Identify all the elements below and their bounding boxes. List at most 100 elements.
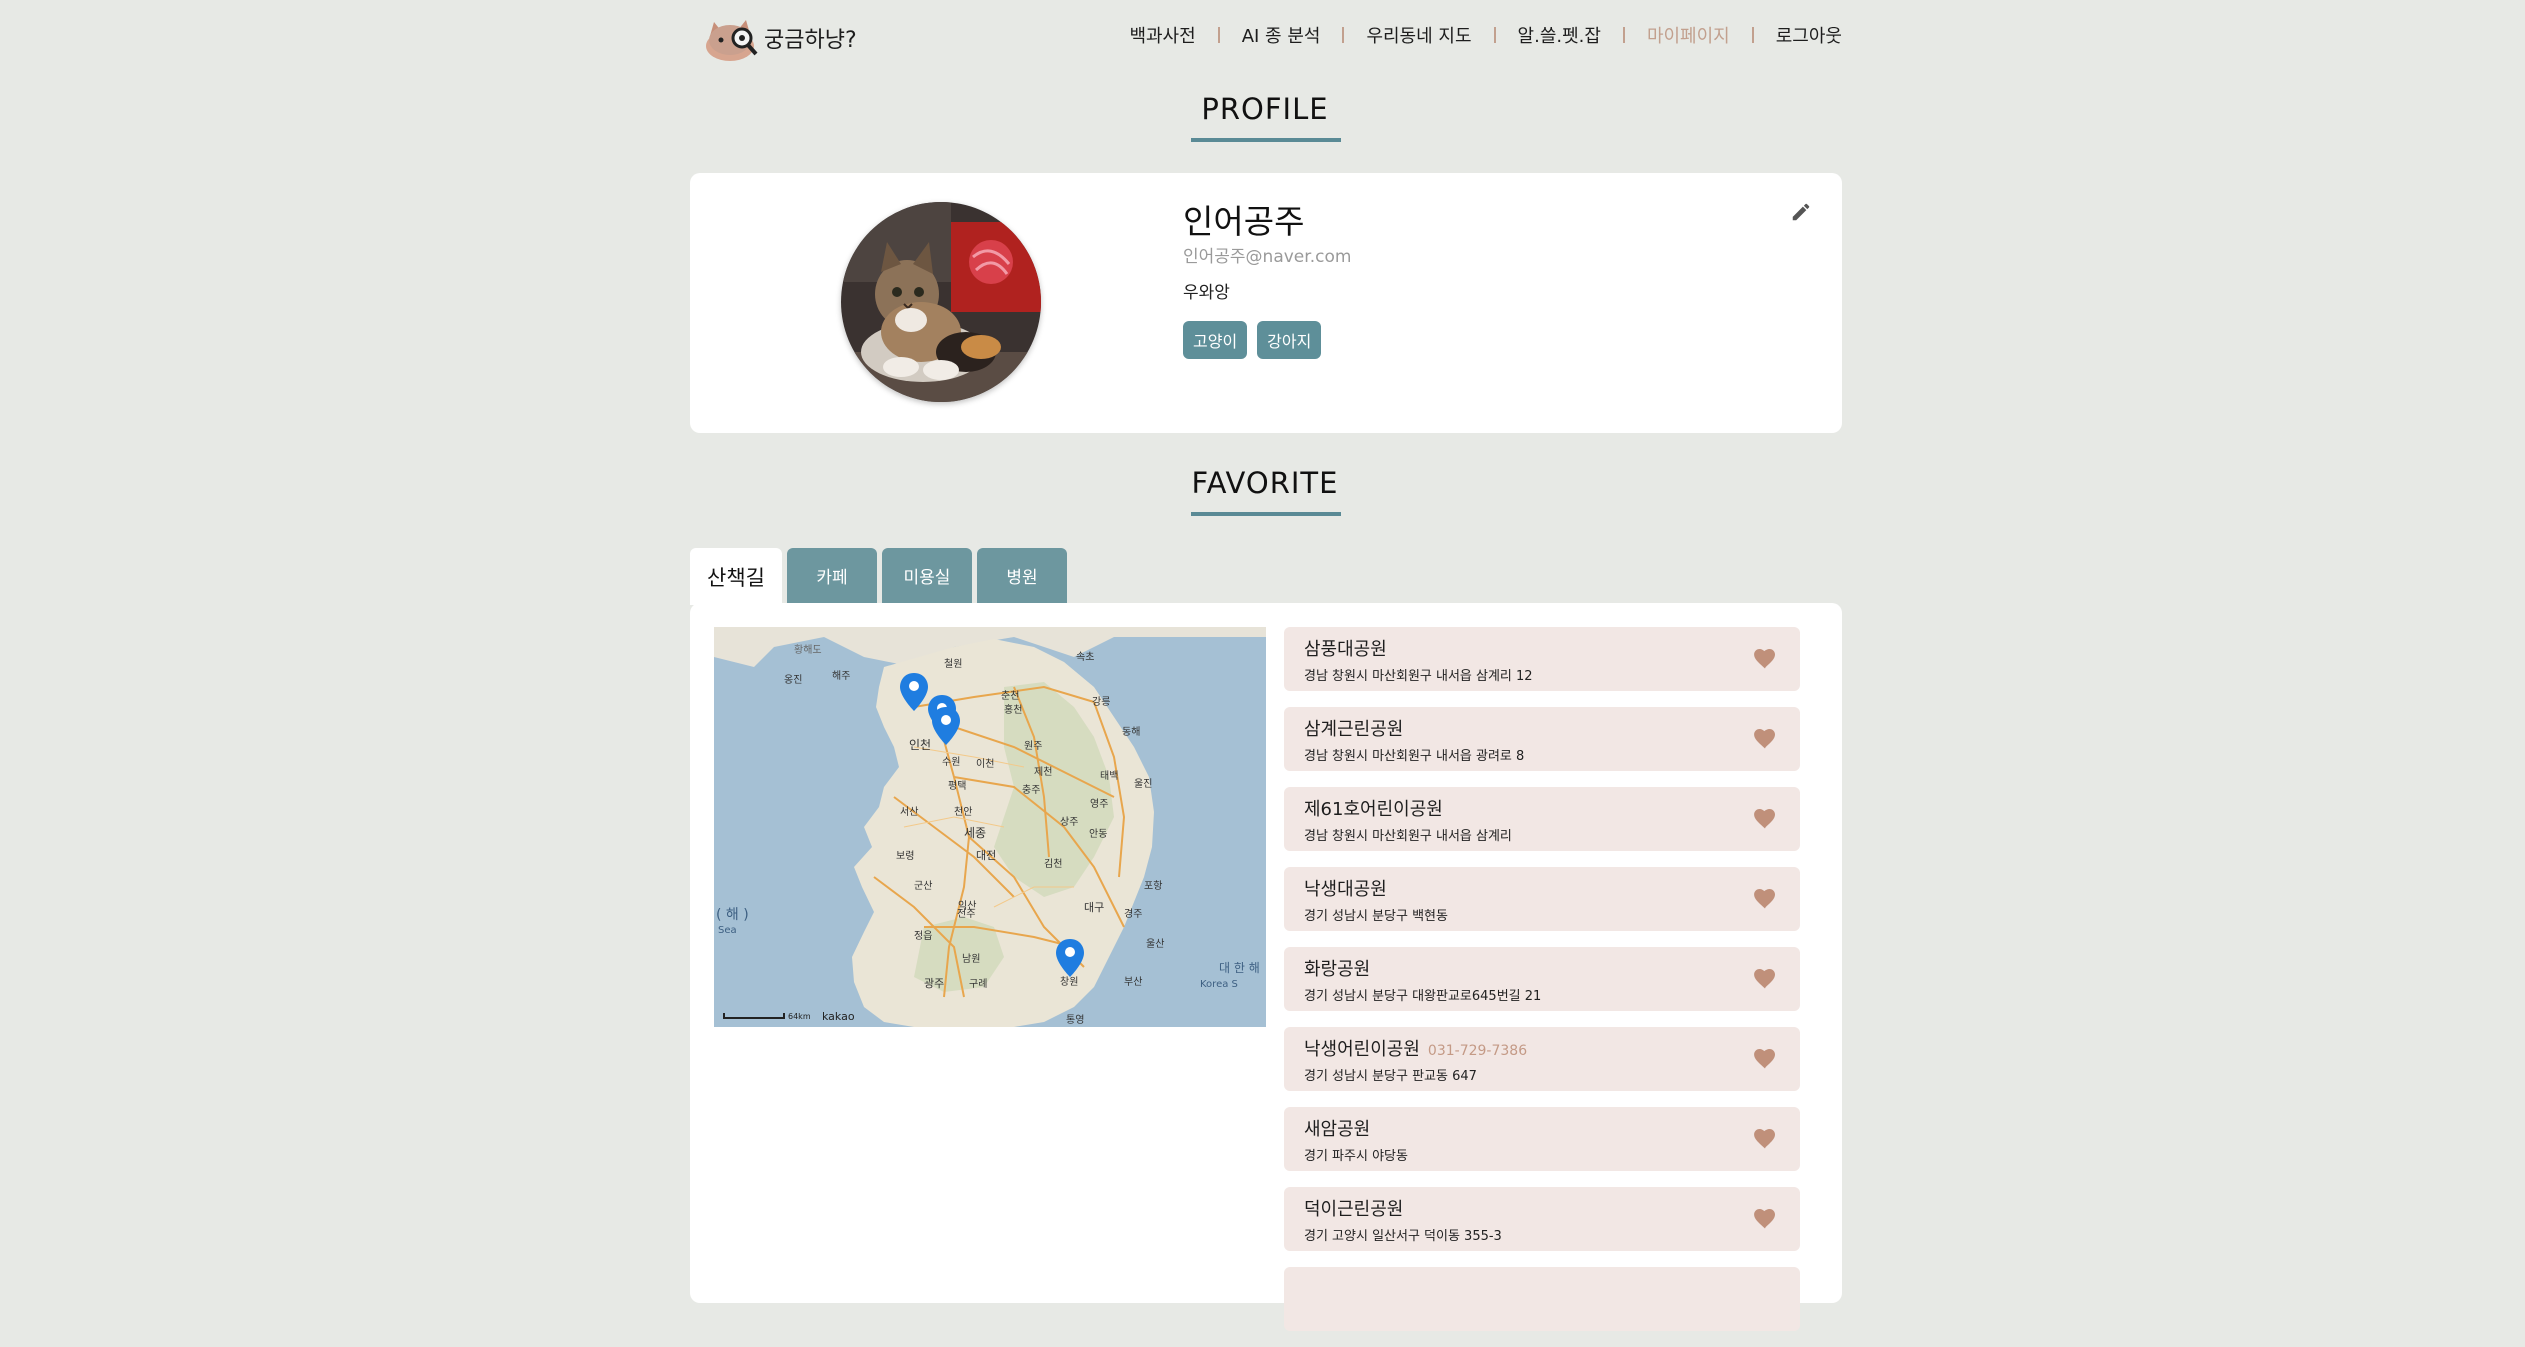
place-name: 삼계근린공원: [1304, 719, 1404, 740]
tab-walk[interactable]: 산책길: [690, 548, 782, 605]
map-label: 전주: [957, 908, 975, 920]
place-address: 경기 성남시 분당구 백현동: [1304, 909, 1448, 924]
map-label: 평택: [948, 780, 966, 792]
map-label: 서산: [900, 806, 918, 818]
place-address: 경기 파주시 야당동: [1304, 1149, 1408, 1164]
map-label: 세종: [964, 826, 986, 840]
heart-icon[interactable]: [1754, 969, 1776, 989]
map-label: 홍천: [1004, 703, 1022, 716]
nav-ai-analysis[interactable]: AI 종 분석: [1242, 22, 1321, 48]
list-item-partial[interactable]: [1284, 1267, 1800, 1331]
map-label: 울진: [1134, 778, 1152, 790]
kakao-map[interactable]: 철원 춘천 홍천 속초 강릉 인천 원주 동해 제천 태백 수원 이천 충주 울…: [714, 627, 1266, 1027]
pencil-icon[interactable]: [1790, 201, 1812, 223]
list-item[interactable]: 삼풍대공원 경남 창원시 마산회원구 내서읍 삼계리 12: [1284, 627, 1800, 691]
map-label: 강릉: [1092, 696, 1110, 708]
favorite-title-underline: [1191, 512, 1341, 516]
heart-icon[interactable]: [1754, 649, 1776, 669]
nav-divider: [1622, 27, 1625, 43]
map-label: 영주: [1090, 798, 1108, 810]
map-label: 속초: [1076, 651, 1094, 663]
map-label: 대전: [976, 849, 996, 862]
place-address: 경남 창원시 마산회원구 내서읍 삼계리 12: [1304, 669, 1533, 684]
map-canvas: 철원 춘천 홍천 속초 강릉 인천 원주 동해 제천 태백 수원 이천 충주 울…: [714, 627, 1266, 1027]
list-item[interactable]: 덕이근린공원 경기 고양시 일산서구 덕이동 355-3: [1284, 1187, 1800, 1251]
favorite-panel: 철원 춘천 홍천 속초 강릉 인천 원주 동해 제천 태백 수원 이천 충주 울…: [690, 603, 1842, 1331]
heart-icon[interactable]: [1754, 809, 1776, 829]
tab-hospital[interactable]: 병원: [977, 548, 1067, 603]
place-name: 낙생대공원: [1304, 879, 1387, 900]
map-label: 옹진: [784, 674, 802, 686]
place-name: 화랑공원: [1304, 959, 1371, 980]
map-label: 창원: [1060, 976, 1078, 988]
map-label: 보령: [896, 850, 914, 862]
map-label: 군산: [914, 880, 932, 892]
tag-cat: 고양이: [1183, 321, 1248, 359]
app-title: 궁금하냥?: [764, 28, 857, 53]
place-name: 삼풍대공원: [1304, 639, 1387, 660]
map-label: 정읍: [914, 930, 932, 942]
avatar: [841, 202, 1041, 402]
place-name: 제61호어린이공원: [1304, 799, 1443, 820]
map-label: 구례: [969, 978, 987, 990]
map-label: 상주: [1060, 816, 1078, 828]
place-address: 경남 창원시 마산회원구 내서읍 광려로 8: [1304, 749, 1525, 764]
heart-icon[interactable]: [1754, 1129, 1776, 1149]
map-label: 대 한 해: [1219, 961, 1260, 975]
top-header: 궁금하냥? 백과사전 AI 종 분석 우리동네 지도 알.쓸.펫.잡 마이페이지…: [690, 0, 1842, 70]
map-label: 철원: [944, 658, 962, 670]
pet-tags: 고양이 강아지: [1183, 321, 1322, 359]
nav-pet-tips[interactable]: 알.쓸.펫.잡: [1518, 22, 1601, 48]
profile-section-title: PROFILE: [1201, 92, 1329, 126]
profile-title-underline: [1191, 138, 1341, 142]
favorite-section-title: FAVORITE: [1191, 466, 1339, 500]
heart-icon[interactable]: [1754, 729, 1776, 749]
nav-divider: [1493, 27, 1496, 43]
profile-card: 인어공주 인어공주@naver.com 우와앙 고양이 강아지: [690, 173, 1842, 433]
cat-magnifier-icon: [706, 20, 758, 61]
map-label: 안동: [1089, 828, 1107, 840]
tab-cafe[interactable]: 카페: [787, 548, 877, 603]
list-item[interactable]: 낙생대공원 경기 성남시 분당구 백현동: [1284, 867, 1800, 931]
heart-icon[interactable]: [1754, 1049, 1776, 1069]
nav-neighborhood-map[interactable]: 우리동네 지도: [1366, 22, 1471, 48]
map-label: 춘천: [1001, 690, 1019, 702]
map-label: 천안: [954, 806, 972, 818]
place-address: 경남 창원시 마산회원구 내서읍 삼계리: [1304, 829, 1512, 844]
map-label: 남원: [962, 953, 980, 965]
heart-icon[interactable]: [1754, 889, 1776, 909]
map-label: 경주: [1124, 907, 1142, 920]
nav-mypage[interactable]: 마이페이지: [1647, 22, 1730, 48]
logo[interactable]: 궁금하냥?: [704, 14, 857, 62]
place-phone: 031-729-7386: [1427, 1043, 1528, 1059]
map-label: 포항: [1144, 880, 1162, 892]
list-item[interactable]: 제61호어린이공원 경남 창원시 마산회원구 내서읍 삼계리: [1284, 787, 1800, 851]
list-item[interactable]: 삼계근린공원 경남 창원시 마산회원구 내서읍 광려로 8: [1284, 707, 1800, 771]
place-address: 경기 성남시 분당구 대왕판교로645번길 21: [1304, 989, 1542, 1004]
nav-logout[interactable]: 로그아웃: [1776, 22, 1842, 48]
favorite-place-list: 삼풍대공원 경남 창원시 마산회원구 내서읍 삼계리 12 삼계근린공원 경남 …: [1284, 627, 1800, 1347]
map-label: 광주: [924, 977, 944, 990]
map-scale: 64km: [788, 1012, 811, 1021]
map-label: Sea: [718, 925, 737, 936]
nav-divider: [1751, 27, 1754, 43]
place-address: 경기 고양시 일산서구 덕이동 355-3: [1304, 1229, 1502, 1244]
list-item[interactable]: 새암공원 경기 파주시 야당동: [1284, 1107, 1800, 1171]
map-label: 해주: [832, 669, 850, 682]
tag-dog: 강아지: [1257, 321, 1322, 359]
heart-icon[interactable]: [1754, 1209, 1776, 1229]
tab-grooming[interactable]: 미용실: [882, 548, 972, 603]
map-label: 수원: [942, 756, 960, 768]
cat-photo: [841, 202, 1041, 402]
list-item[interactable]: 화랑공원 경기 성남시 분당구 대왕판교로645번길 21: [1284, 947, 1800, 1011]
nav-divider: [1342, 27, 1345, 43]
map-label: 동해: [1122, 725, 1140, 738]
map-label: 대구: [1084, 901, 1104, 914]
map-label: 황해도: [794, 643, 822, 656]
map-label: 원주: [1024, 740, 1042, 752]
map-label: 태백: [1100, 770, 1118, 782]
nav-encyclopedia[interactable]: 백과사전: [1129, 22, 1195, 48]
map-label: 제천: [1034, 766, 1052, 778]
place-name: 새암공원: [1304, 1119, 1371, 1140]
list-item[interactable]: 낙생어린이공원 031-729-7386 경기 성남시 분당구 판교동 647: [1284, 1027, 1800, 1091]
